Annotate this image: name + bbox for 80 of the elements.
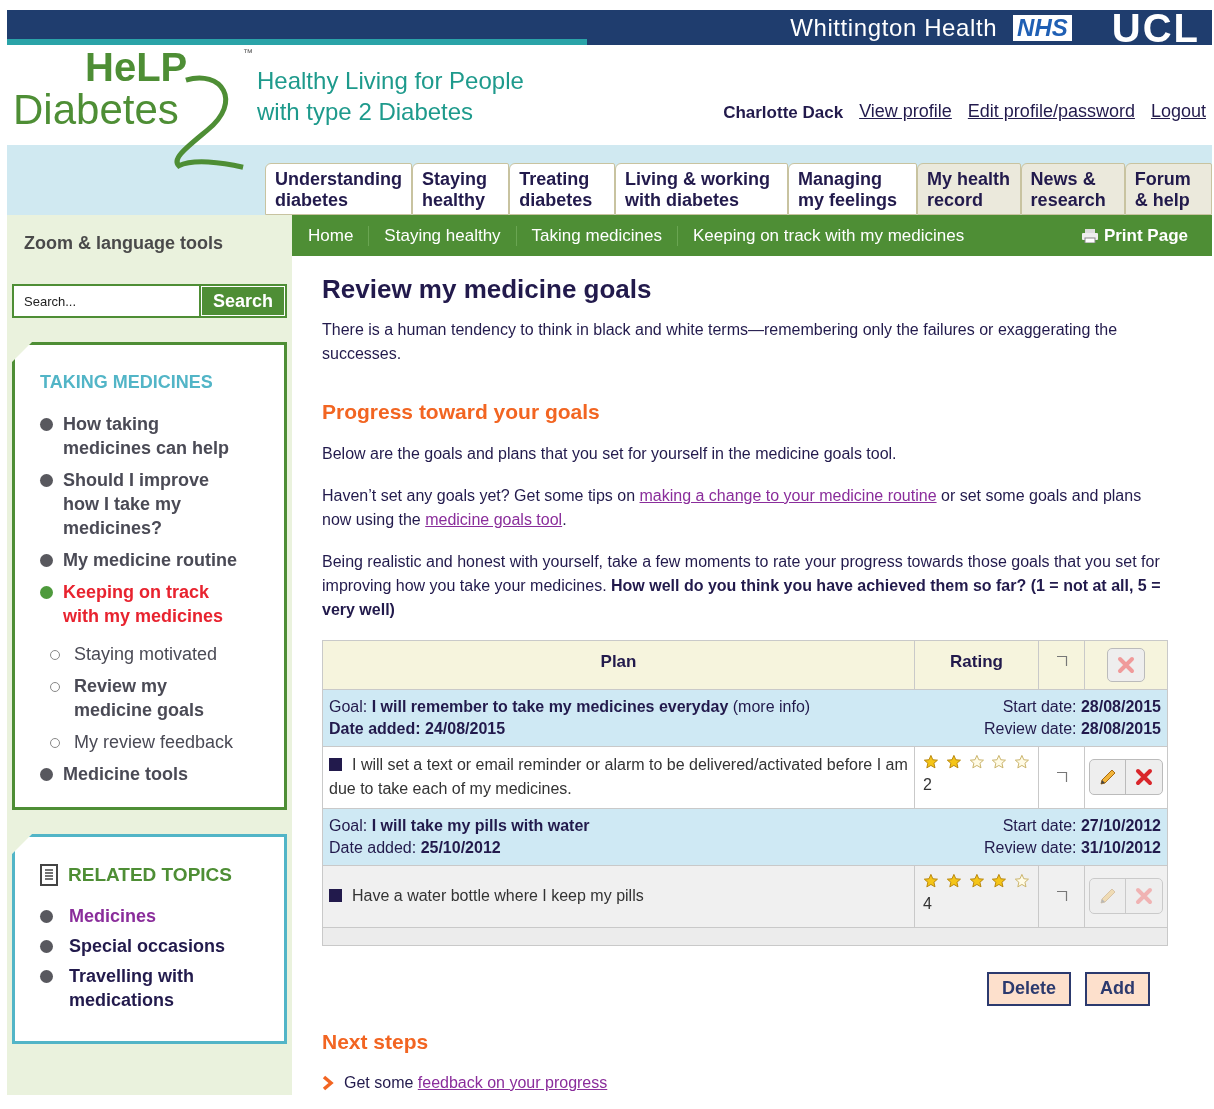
rating-value: 2 bbox=[923, 774, 933, 795]
related-link[interactable]: Special occasions bbox=[69, 933, 226, 958]
intro-text: There is a human tendency to think in black and white terms—remembering only the failures or exaggerating the successes. bbox=[322, 320, 1119, 364]
nav-tab[interactable]: Living & working with diabetes bbox=[615, 163, 789, 215]
nav-tab[interactable]: Forum & help bbox=[1124, 163, 1212, 215]
sidebar-link[interactable]: My medicine routine bbox=[63, 548, 238, 572]
goal-text: Goal: I will take my pills with water bbox=[329, 815, 590, 836]
checkbox-icon[interactable] bbox=[1055, 770, 1068, 783]
print-link[interactable]: Print Page bbox=[1081, 222, 1188, 249]
text-link[interactable]: medicine goals tool bbox=[425, 510, 563, 528]
document-icon bbox=[40, 864, 58, 887]
plan-text: I will set a text or email reminder or alarm to be delivered/activated before I am due to take each of my medicines. bbox=[329, 755, 908, 799]
star-rating[interactable] bbox=[923, 752, 1030, 771]
search-button[interactable]: Search bbox=[198, 284, 287, 318]
nhs-logo: NHS bbox=[1013, 14, 1072, 41]
header-link[interactable]: Logout bbox=[1150, 98, 1206, 125]
org-name: Whittington Health bbox=[790, 12, 998, 43]
text-link[interactable]: feedback on your progress bbox=[417, 1074, 608, 1091]
nav-tab[interactable]: Understanding diabetes bbox=[265, 163, 412, 215]
start-date: Start date: 28/08/2015 bbox=[1002, 696, 1161, 717]
related-link[interactable]: Medicines bbox=[69, 903, 157, 928]
sidebar-sublink[interactable]: Review my medicine goals bbox=[74, 674, 240, 722]
nav-tab[interactable]: News & research bbox=[1020, 163, 1125, 215]
ucl-logo: UCL bbox=[1111, 10, 1200, 45]
close-icon bbox=[1135, 768, 1153, 786]
delete-button[interactable] bbox=[1107, 647, 1145, 682]
breadcrumb-link[interactable]: Home bbox=[308, 222, 354, 249]
paragraph: Below are the goals and plans that you set for yourself in the medicine goals tool. bbox=[322, 443, 898, 464]
section-heading: Next steps bbox=[322, 1028, 430, 1055]
review-date: Review date: 28/08/2015 bbox=[984, 718, 1161, 739]
search-field[interactable]: Search... bbox=[12, 284, 199, 318]
plan-text: Have a water bottle where I keep my pills bbox=[329, 884, 644, 908]
header-link[interactable]: Edit profile/password bbox=[967, 98, 1135, 125]
pencil-icon bbox=[1097, 886, 1118, 906]
logo-text: Diabetes bbox=[13, 87, 179, 133]
related-title: RELATED TOPICS bbox=[68, 863, 232, 887]
checkbox-icon[interactable] bbox=[1055, 654, 1068, 667]
page-title: Review my medicine goals bbox=[322, 273, 653, 306]
nav-tab[interactable]: Staying healthy bbox=[412, 163, 510, 215]
tools-heading: Zoom & language tools bbox=[23, 231, 224, 255]
nav-tab[interactable]: My health record bbox=[917, 163, 1021, 215]
close-icon bbox=[1117, 655, 1135, 674]
breadcrumb-link[interactable]: Keeping on track with my medicines bbox=[693, 222, 965, 249]
nav-tab[interactable]: Managing my feelings bbox=[788, 163, 918, 215]
header-link[interactable]: View profile bbox=[859, 98, 952, 125]
section-heading: Progress toward your goals bbox=[322, 399, 601, 425]
review-date: Review date: 31/10/2012 bbox=[984, 837, 1161, 858]
column-header: Plan bbox=[323, 640, 915, 689]
related-link[interactable]: Travelling with medications bbox=[69, 963, 276, 1012]
user-name: Charlotte Dack bbox=[723, 101, 844, 124]
breadcrumb-link[interactable]: Staying healthy bbox=[384, 222, 501, 249]
trademark: ™ bbox=[243, 46, 253, 60]
tagline: Healthy Living for People bbox=[257, 66, 525, 96]
chevron-icon bbox=[322, 1075, 334, 1091]
sidebar-link[interactable]: Should I improve how I take my medicines? bbox=[63, 468, 240, 540]
date-added: Date added: 25/10/2012 bbox=[329, 837, 502, 858]
nav-tab[interactable]: Treating diabetes bbox=[509, 163, 615, 215]
close-icon bbox=[1135, 887, 1153, 905]
start-date: Start date: 27/10/2012 bbox=[1002, 815, 1161, 836]
next-step-text: Get some feedback on your progress bbox=[344, 1073, 608, 1093]
tagline: with type 2 Diabetes bbox=[257, 97, 475, 127]
sidebar-sublink[interactable]: Staying motivated bbox=[74, 642, 218, 666]
paragraph: Haven’t set any goals yet? Get some tips on making a change to your medicine routine or set some goals and plans now using the medicine goals tool. bbox=[322, 485, 1143, 530]
sidebar-link[interactable]: How taking medicines can help bbox=[63, 412, 240, 460]
action-button[interactable]: Add bbox=[1085, 971, 1150, 1006]
sidebar-link[interactable]: Medicine tools bbox=[63, 762, 188, 786]
sidebar-sublink[interactable]: My review feedback bbox=[74, 730, 234, 754]
paragraph: Being realistic and honest with yourself, take a few moments to rate your progress towards those goals that you set for improving how you take your medicines. How well do you think you have achieved them so far? (1 = not at all, 5 = very well) bbox=[322, 551, 1162, 620]
column-header: Rating bbox=[915, 640, 1039, 689]
sidebar-link[interactable]: Keeping on track with my medicines bbox=[63, 580, 240, 628]
breadcrumb-link[interactable]: Taking medicines bbox=[531, 222, 662, 249]
date-added: Date added: 24/08/2015 bbox=[329, 718, 507, 739]
rating-value: 4 bbox=[923, 893, 933, 914]
logo-text: HeLP bbox=[85, 45, 188, 89]
goal-text: Goal: I will remember to take my medicines everyday (more info) bbox=[329, 696, 811, 717]
section-title: TAKING MEDICINES bbox=[40, 371, 214, 394]
printer-icon bbox=[1081, 228, 1098, 243]
pencil-icon bbox=[1097, 767, 1118, 787]
action-button[interactable]: Delete bbox=[986, 971, 1071, 1006]
text-link[interactable]: making a change to your medicine routine bbox=[639, 486, 937, 504]
